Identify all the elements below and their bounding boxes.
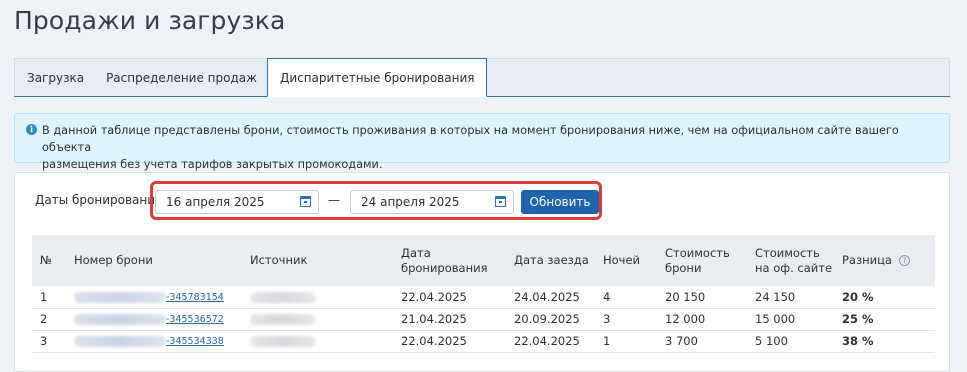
redacted-text: [74, 291, 166, 303]
date-separator: —: [328, 193, 340, 207]
cell-cost: 12 000: [657, 308, 747, 331]
cell-diff: 25 %: [834, 308, 935, 331]
tabs-bar: Загрузка Распределение продаж Диспаритет…: [14, 58, 950, 97]
cell-num: 1: [32, 286, 66, 309]
help-icon[interactable]: ?: [898, 255, 910, 266]
calendar-icon[interactable]: [300, 196, 311, 207]
cell-num: 2: [32, 308, 66, 331]
info-banner: i В данной таблице представлены брони, с…: [14, 113, 950, 171]
date-to-input[interactable]: 24 апреля 2025: [350, 190, 514, 214]
cell-site-cost: 24 150: [747, 286, 834, 309]
cell-num: 3: [32, 330, 66, 353]
col-cost: Стоимость брони: [657, 235, 747, 286]
cell-site-cost: 15 000: [747, 308, 834, 331]
col-diff: Разница?: [834, 235, 935, 286]
page-title: Продажи и загрузка: [14, 6, 286, 35]
date-from-value: 16 апреля 2025: [166, 195, 265, 209]
bookings-table: № Номер брони Источник Дата бронирования…: [32, 235, 935, 353]
booking-link[interactable]: -345534338: [166, 336, 224, 347]
booking-link[interactable]: -345783154: [166, 292, 224, 303]
dates-label: Даты бронирования: [35, 193, 163, 207]
redacted-text: [250, 291, 316, 303]
col-nights: Ночей: [595, 235, 657, 286]
cell-nights: 4: [595, 286, 657, 309]
tab-disparity-bookings[interactable]: Диспаритетные бронирования: [266, 58, 488, 97]
redacted-text: [74, 336, 166, 347]
cell-cost: 3 700: [657, 330, 747, 353]
cell-source: [242, 330, 393, 353]
col-booking-date: Дата бронирования: [393, 235, 506, 286]
tab-load[interactable]: Загрузка: [14, 58, 95, 96]
cell-source: [242, 308, 393, 331]
cell-source: [242, 286, 393, 309]
table-header-row: № Номер брони Источник Дата бронирования…: [32, 235, 935, 286]
cell-booking-date: 22.04.2025: [393, 330, 506, 353]
booking-link[interactable]: -345536572: [166, 314, 224, 325]
col-source: Источник: [242, 235, 393, 286]
info-text-line1: В данной таблице представлены брони, сто…: [42, 124, 899, 154]
cell-diff: 20 %: [834, 286, 935, 309]
redacted-text: [74, 314, 166, 325]
cell-cost: 20 150: [657, 286, 747, 309]
cell-nights: 3: [595, 308, 657, 331]
cell-checkin: 20.09.2025: [506, 308, 595, 331]
bookings-card: Даты бронирования 16 апреля 2025 — 24 ап…: [14, 172, 950, 372]
date-to-value: 24 апреля 2025: [361, 195, 460, 209]
cell-booking: -345783154: [66, 286, 242, 309]
cell-booking: -345534338: [66, 330, 242, 353]
col-booking: Номер брони: [66, 235, 242, 286]
info-text-line2: размещения без учета тарифов закрытых пр…: [42, 158, 383, 171]
redacted-text: [250, 336, 316, 347]
info-icon: i: [26, 124, 37, 135]
table-row: 2 -345536572 21.04.2025 20.09.2025 3 12 …: [32, 308, 935, 331]
table-row: 1 -345783154 22.04.2025 24.04.2025 4 20 …: [32, 286, 935, 309]
cell-checkin: 22.04.2025: [506, 330, 595, 353]
calendar-icon[interactable]: [495, 196, 506, 207]
cell-booking-date: 21.04.2025: [393, 308, 506, 331]
date-from-input[interactable]: 16 апреля 2025: [155, 190, 319, 214]
cell-site-cost: 5 100: [747, 330, 834, 353]
col-site-cost: Стоимость на оф. сайте: [747, 235, 834, 286]
cell-diff: 38 %: [834, 330, 935, 353]
table-row: 3 -345534338 22.04.2025 22.04.2025 1 3 7…: [32, 330, 935, 353]
cell-booking: -345536572: [66, 308, 242, 331]
redacted-text: [250, 314, 316, 325]
cell-checkin: 24.04.2025: [506, 286, 595, 309]
update-button[interactable]: Обновить: [521, 190, 599, 214]
cell-booking-date: 22.04.2025: [393, 286, 506, 309]
col-checkin: Дата заезда: [506, 235, 595, 286]
tabs-filler: [487, 58, 950, 96]
tab-sales-distribution[interactable]: Распределение продаж: [94, 58, 267, 96]
cell-nights: 1: [595, 330, 657, 353]
col-num: №: [32, 235, 66, 286]
